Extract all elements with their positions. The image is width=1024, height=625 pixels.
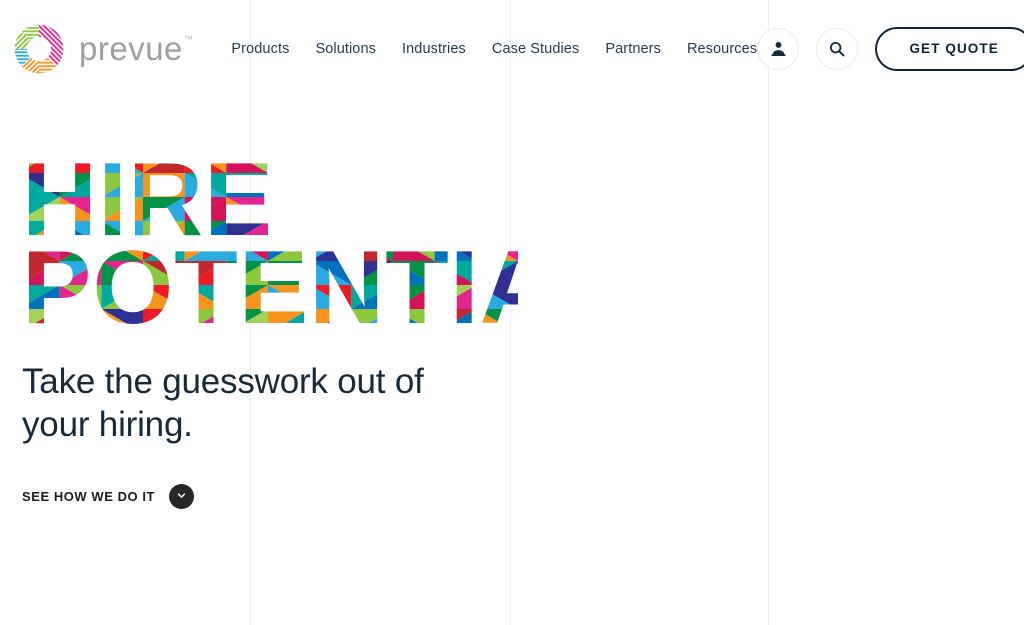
hero-subheadline: Take the guesswork out of your hiring. bbox=[22, 361, 542, 446]
nav-item-products[interactable]: Products bbox=[231, 41, 289, 57]
nav-item-industries[interactable]: Industries bbox=[402, 41, 466, 57]
prevue-ring-logo-icon bbox=[10, 19, 68, 78]
hero-headline: HIRE POTENTIAL bbox=[22, 155, 1024, 335]
chevron-down-icon bbox=[176, 488, 187, 506]
header-actions: GET QUOTE bbox=[757, 26, 1024, 71]
scroll-down-button[interactable] bbox=[169, 484, 195, 510]
nav-item-case-studies[interactable]: Case Studies bbox=[492, 41, 579, 57]
see-how-label: SEE HOW WE DO IT bbox=[22, 489, 156, 505]
subheadline-line-1: Take the guesswork out of bbox=[22, 362, 424, 401]
site-header: prevue ™ Products Solutions Industries C… bbox=[0, 0, 1024, 97]
subheadline-line-2: your hiring. bbox=[22, 404, 193, 444]
nav-item-partners[interactable]: Partners bbox=[605, 41, 661, 57]
brand-wordmark-text: prevue bbox=[79, 30, 183, 67]
nav-item-solutions[interactable]: Solutions bbox=[315, 41, 376, 57]
search-icon bbox=[828, 40, 846, 58]
main-navigation: Products Solutions Industries Case Studi… bbox=[231, 41, 757, 57]
search-button[interactable] bbox=[816, 27, 859, 70]
get-quote-button[interactable]: GET QUOTE bbox=[875, 26, 1024, 71]
account-button[interactable] bbox=[757, 27, 800, 70]
brand-wordmark: prevue ™ bbox=[79, 32, 193, 65]
brand-logo-link[interactable]: prevue ™ bbox=[10, 19, 193, 78]
hero-section: HIRE POTENTIAL Take the guesswork out of… bbox=[0, 97, 1024, 510]
user-icon bbox=[770, 40, 787, 57]
nav-item-resources[interactable]: Resources bbox=[687, 41, 757, 57]
trademark-symbol: ™ bbox=[183, 34, 194, 44]
see-how-we-do-it-link[interactable]: SEE HOW WE DO IT bbox=[22, 484, 195, 510]
